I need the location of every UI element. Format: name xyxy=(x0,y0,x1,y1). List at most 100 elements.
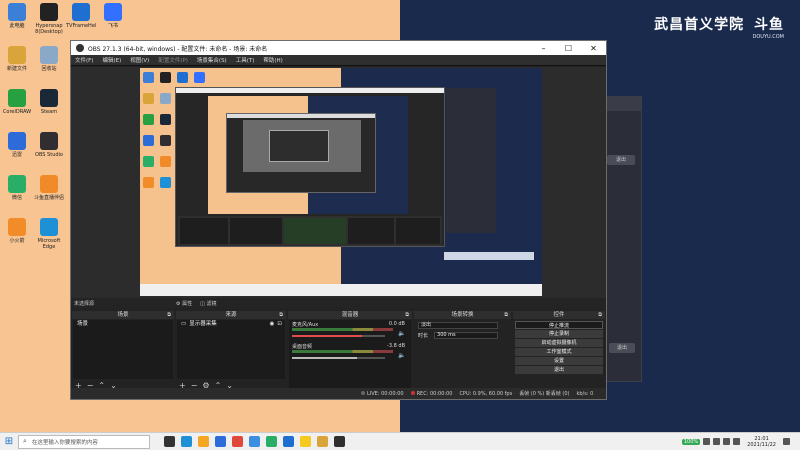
duration-input[interactable]: 300 ms xyxy=(434,331,499,339)
taskbar-app-icon[interactable] xyxy=(300,436,311,447)
menu-edit[interactable]: 编辑(E) xyxy=(102,56,121,64)
desktop-icon[interactable]: 小火箭 xyxy=(2,217,32,251)
obs-window[interactable]: OBS 27.1.3 (64-bit, windows) - 配置文件: 未命名… xyxy=(70,40,607,400)
taskbar-app-icon[interactable] xyxy=(266,436,277,447)
menu-tools[interactable]: 工具(T) xyxy=(236,56,255,64)
scenes-undock-icon[interactable]: ⧉ xyxy=(167,311,171,319)
obs-menubar: 文件(F) 编辑(E) 视图(V) 配置文件(P) 场景集合(S) 工具(T) … xyxy=(71,55,606,66)
properties-button[interactable]: ⚙ 属性 xyxy=(176,300,192,307)
settings-button[interactable]: 设置 xyxy=(515,357,603,365)
desktop-icon[interactable]: 回收站 xyxy=(34,45,64,79)
sources-undock-icon[interactable]: ⧉ xyxy=(279,311,283,319)
app-icon xyxy=(40,175,58,193)
app-icon xyxy=(8,89,26,107)
mic-speaker-icon[interactable]: 🔈 xyxy=(398,330,408,338)
transition-select[interactable]: 淡出 xyxy=(418,321,498,329)
mixer-undock-icon[interactable]: ⧉ xyxy=(405,311,409,319)
mixer-channel-desktop: 桌面音频 -3.8 dB 🔈 xyxy=(289,342,411,360)
taskbar-app-icon[interactable] xyxy=(317,436,328,447)
taskbar-app-icon[interactable] xyxy=(232,436,243,447)
desktop-icon[interactable]: Hypersnap 8(Desktop) xyxy=(34,2,64,36)
preview-desktop-icon xyxy=(143,177,154,188)
lock-icon[interactable]: ⊡ xyxy=(277,320,282,328)
volume-icon[interactable] xyxy=(723,438,731,445)
visibility-eye-icon[interactable]: ◉ xyxy=(270,320,275,328)
stop-recording-button[interactable]: 停止录制 xyxy=(515,330,603,338)
desktop-icon-label: 微信 xyxy=(11,195,22,201)
studio-mode-button[interactable]: 工作室模式 xyxy=(515,348,603,356)
desktop-icon[interactable]: Microsoft Edge xyxy=(34,217,64,251)
desktop-icon-label: 此电脑 xyxy=(9,23,25,29)
desktop-icon-label: 飞书 xyxy=(107,23,118,29)
desktop-icon-label: 新建文件 xyxy=(6,66,27,72)
source-item[interactable]: ▭ 显示器采集 ◉ ⊡ xyxy=(177,320,285,328)
network-icon[interactable] xyxy=(713,438,721,445)
preview-desktop-icon xyxy=(160,72,171,83)
background-app-exit-button[interactable]: 退出 xyxy=(607,155,635,165)
desktop-icon-label: 迅雷 xyxy=(11,152,22,158)
desktop-meter xyxy=(292,350,393,353)
background-app-exit-button-2[interactable]: 退出 xyxy=(609,343,635,353)
transitions-undock-icon[interactable]: ⧉ xyxy=(504,311,508,319)
preview-canvas[interactable] xyxy=(140,68,542,296)
input-method-icon[interactable] xyxy=(733,438,741,445)
desktop-icon[interactable]: 此电脑 xyxy=(2,2,32,36)
desktop-icon[interactable]: OBS Studio xyxy=(34,131,64,165)
desktop-speaker-icon[interactable]: 🔈 xyxy=(398,352,408,360)
filters-button[interactable]: ◫ 滤镜 xyxy=(200,300,216,307)
minimize-icon[interactable]: – xyxy=(531,44,556,53)
taskbar-search[interactable]: ⌕ 在这里输入你要搜索的内容 xyxy=(18,434,150,449)
taskbar-app-icon[interactable] xyxy=(215,436,226,447)
maximize-icon[interactable]: ☐ xyxy=(556,44,581,53)
battery-indicator[interactable]: 100% xyxy=(681,438,701,445)
preview-desktop-icon xyxy=(143,93,154,104)
app-icon xyxy=(40,46,58,64)
menu-profile[interactable]: 配置文件(P) xyxy=(158,56,188,64)
taskbar-app-icon[interactable] xyxy=(164,436,175,447)
controls-undock-icon[interactable]: ⧉ xyxy=(598,311,602,319)
tray-icon[interactable] xyxy=(703,438,711,445)
desktop-icon[interactable]: TVFrameHelper xyxy=(66,2,96,36)
sources-header: 来源 xyxy=(225,312,237,318)
desktop-icon[interactable]: 微信 xyxy=(2,174,32,208)
desktop-icon[interactable]: 新建文件 xyxy=(2,45,32,79)
stop-streaming-button[interactable]: 停止推流 xyxy=(515,321,603,329)
exit-button[interactable]: 退出 xyxy=(515,366,603,374)
rec-time: REC: 00:00:00 xyxy=(416,390,453,397)
no-source-label: 未选择源 xyxy=(74,301,95,307)
taskbar-clock[interactable]: 21:01 2021/11/22 xyxy=(747,436,776,448)
preview-desktop-icon xyxy=(160,156,171,167)
menu-file[interactable]: 文件(F) xyxy=(75,56,93,64)
search-icon: ⌕ xyxy=(23,437,27,445)
desktop-icon[interactable]: 迅雷 xyxy=(2,131,32,165)
status-bar: LIVE: 00:00:00 REC: 00:00:00 CPU: 0.9%, … xyxy=(71,388,606,399)
menu-help[interactable]: 帮助(H) xyxy=(263,56,282,64)
desktop-volume-slider[interactable] xyxy=(292,357,385,359)
desktop-icon[interactable]: CorelDRAW xyxy=(2,88,32,122)
notification-icon[interactable] xyxy=(783,438,790,445)
menu-view[interactable]: 视图(V) xyxy=(130,56,149,64)
start-virtual-camera-button[interactable]: 启动虚拟摄像机 xyxy=(515,339,603,347)
windows-start-icon[interactable]: ⊞ xyxy=(0,433,18,450)
desktop-icon[interactable]: 斗鱼直播伴侣 xyxy=(34,174,64,208)
monitor-icon: ▭ xyxy=(181,321,187,327)
taskbar-app-icon[interactable] xyxy=(249,436,260,447)
search-placeholder: 在这里输入你要搜索的内容 xyxy=(31,439,98,446)
close-icon[interactable]: ✕ xyxy=(581,44,606,53)
taskbar-app-icon[interactable] xyxy=(198,436,209,447)
mic-volume-slider[interactable] xyxy=(292,335,385,337)
desktop-icon[interactable]: 飞书 xyxy=(98,2,128,36)
taskbar-app-icon[interactable] xyxy=(181,436,192,447)
menu-scene-collection[interactable]: 场景集合(S) xyxy=(197,56,227,64)
taskbar-app-icon[interactable] xyxy=(283,436,294,447)
scenes-header: 场景 xyxy=(117,312,129,318)
app-icon xyxy=(8,175,26,193)
kbps-status: kb/s: 0 xyxy=(576,390,594,397)
desktop-icon[interactable]: Steam xyxy=(34,88,64,122)
scene-item[interactable]: 场景 xyxy=(73,320,173,328)
rec-dot-icon xyxy=(410,390,415,395)
taskbar-app-icon[interactable] xyxy=(334,436,345,447)
nested-obs-window xyxy=(175,87,445,247)
obs-titlebar[interactable]: OBS 27.1.3 (64-bit, windows) - 配置文件: 未命名… xyxy=(71,41,606,55)
clock-date: 2021/11/22 xyxy=(747,441,776,448)
